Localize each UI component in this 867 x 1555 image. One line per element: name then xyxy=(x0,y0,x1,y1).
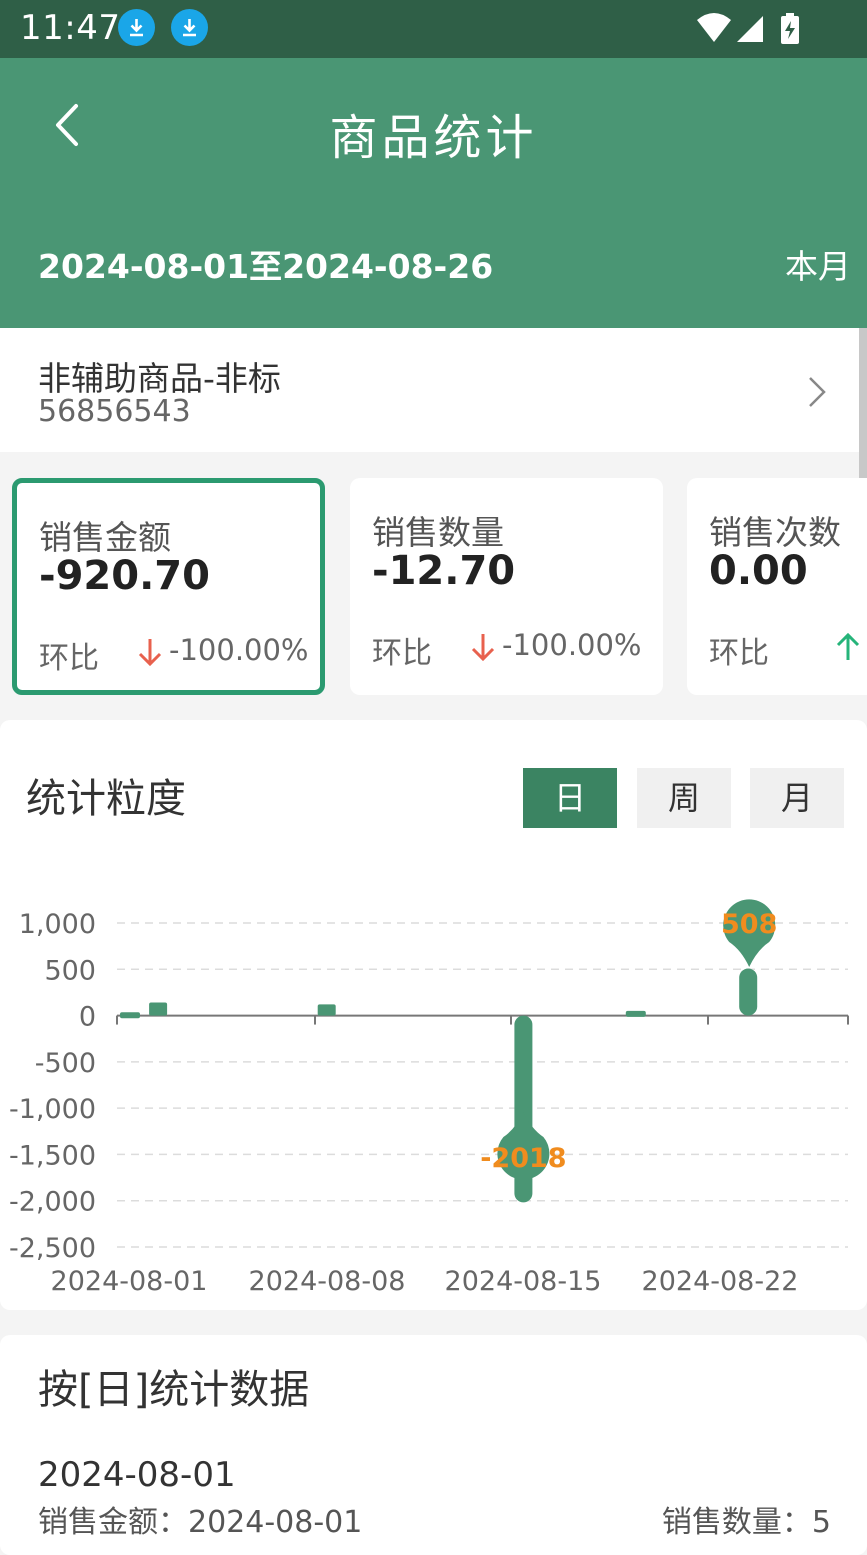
x-tick-label: 2024-08-15 xyxy=(445,1266,602,1297)
product-name: 非辅助商品-非标 xyxy=(38,359,281,398)
metric-label: 销售数量 xyxy=(372,513,504,552)
chart-bar xyxy=(120,1012,140,1019)
product-row[interactable]: 非辅助商品-非标 56856543 xyxy=(0,328,867,452)
row-quantity: 销售数量：5 xyxy=(661,1505,831,1540)
download-icon xyxy=(171,9,208,46)
download-icon xyxy=(118,9,155,46)
y-tick-label: -1,500 xyxy=(9,1140,96,1171)
app-header: 商品统计 2024-08-01至2024-08-26 本月 xyxy=(0,58,867,328)
chart-bar xyxy=(739,968,758,1016)
row-date: 2024-08-01 xyxy=(38,1455,236,1495)
product-code: 56856543 xyxy=(38,394,191,429)
metric-card-sales-quantity[interactable]: 销售数量 -12.70 环比 -100.00% xyxy=(350,478,663,695)
chart-bar xyxy=(317,1004,336,1016)
y-tick-label: -500 xyxy=(35,1048,96,1079)
wifi-icon xyxy=(697,13,731,42)
period-selector[interactable]: 本月 xyxy=(785,240,851,288)
max-value-label: 508 xyxy=(721,909,777,940)
y-tick-label: -2,000 xyxy=(9,1187,96,1218)
metric-value: -920.70 xyxy=(39,553,210,599)
y-tick-label: 0 xyxy=(79,1002,96,1033)
chart-bar xyxy=(149,1002,168,1016)
compare-label: 环比 xyxy=(372,636,432,671)
y-tick-label: -1,000 xyxy=(9,1094,96,1125)
daily-list-card: 按[日]统计数据 2024-08-01 销售金额：2024-08-01 销售数量… xyxy=(0,1335,867,1555)
compare-label: 环比 xyxy=(709,636,769,671)
metric-value: 0.00 xyxy=(709,548,808,594)
metric-change: -100.00% xyxy=(470,628,642,662)
arrow-down-icon xyxy=(138,639,162,667)
date-range[interactable]: 2024-08-01至2024-08-26 xyxy=(38,240,493,288)
chart-card: 统计粒度 日 周 月 1,000 500 0 -500 -1,000 -1,500 -2,0… xyxy=(0,720,867,1310)
y-tick-label: 1,000 xyxy=(19,909,96,940)
x-tick-label: 2024-08-22 xyxy=(642,1266,799,1297)
chart-bar xyxy=(625,1010,646,1017)
metric-label: 销售次数 xyxy=(709,513,841,552)
daily-list-title: 按[日]统计数据 xyxy=(38,1367,310,1413)
y-tick-label: 500 xyxy=(44,955,96,986)
metric-change: -100.00% xyxy=(137,633,309,667)
metric-value: -12.70 xyxy=(372,548,516,594)
sales-chart: 1,0005000-500-1,000-1,500-2,000-2,500202… xyxy=(9,899,849,1297)
arrow-up-icon xyxy=(836,632,860,660)
status-bar: 11:47 xyxy=(0,0,867,58)
status-time: 11:47 xyxy=(20,8,121,48)
x-tick-label: 2024-08-01 xyxy=(51,1266,208,1297)
min-value-label: -2018 xyxy=(480,1143,566,1174)
signal-icon xyxy=(737,16,763,42)
battery-icon xyxy=(781,13,799,44)
metric-card-sales-count[interactable]: 销售次数 0.00 环比 xyxy=(687,478,867,695)
metric-card-sales-amount[interactable]: 销售金额 -920.70 环比 -100.00% xyxy=(12,478,325,695)
row-amount: 销售金额：2024-08-01 xyxy=(38,1505,363,1540)
compare-label: 环比 xyxy=(39,641,99,676)
page-title: 商品统计 xyxy=(329,110,538,166)
metric-label: 销售金额 xyxy=(39,518,171,557)
metric-change xyxy=(835,628,867,662)
arrow-down-icon xyxy=(471,634,495,662)
chevron-right-icon xyxy=(809,377,826,407)
x-tick-label: 2024-08-08 xyxy=(249,1266,406,1297)
y-tick-label: -2,500 xyxy=(9,1233,96,1264)
